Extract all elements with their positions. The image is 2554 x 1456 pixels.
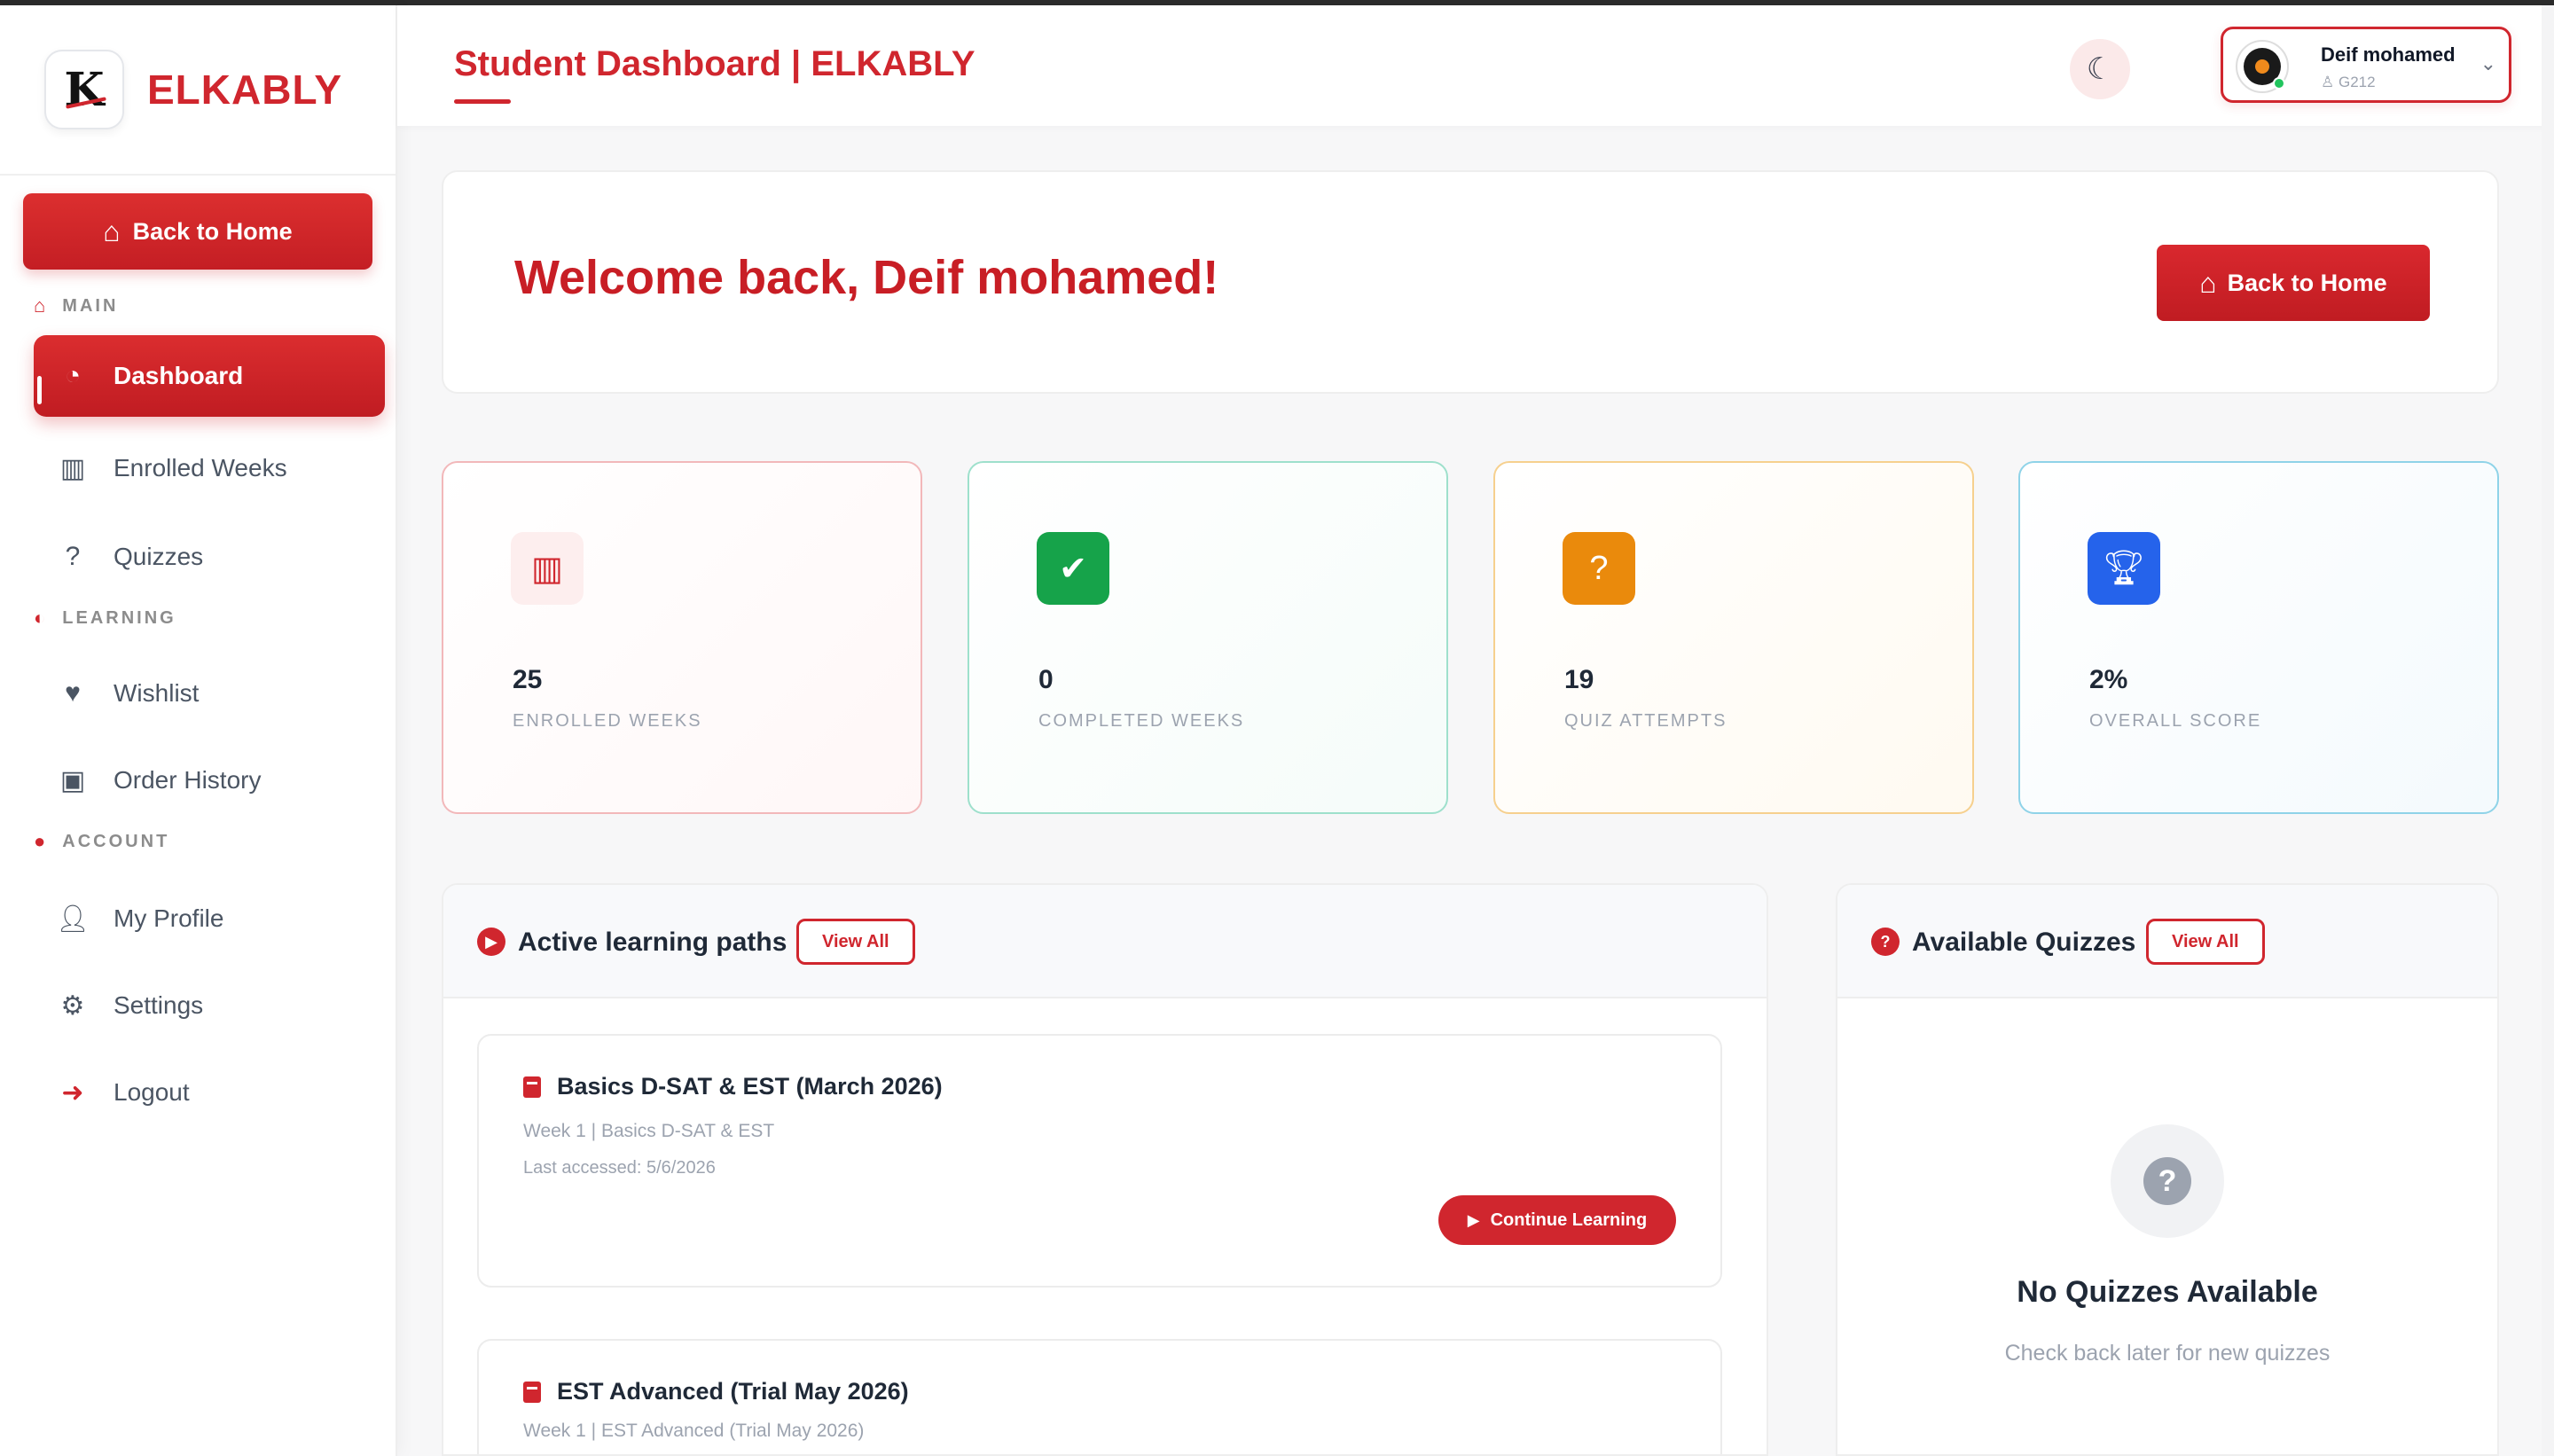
heart-icon: ♥ [65,678,81,708]
question-circle-icon: ? [1871,928,1900,956]
play-circle-icon: ▶ [477,928,505,956]
course-subtitle: Week 1 | EST Advanced (Trial May 2026) [523,1421,865,1441]
title-underline [454,99,511,104]
stat-label: ENROLLED WEEKS [513,711,702,731]
logout-icon: ➜ [61,1077,84,1108]
sidebar-back-home-label: Back to Home [132,217,293,245]
sidebar-item-settings[interactable]: ⚙ Settings [34,965,385,1046]
sidebar-item-label: Order History [114,766,262,794]
stat-value: 0 [1038,665,1054,694]
user-code: ♙ G212 [2321,74,2376,90]
brand-name: ELKABLY [147,67,342,113]
question-icon: ? [2143,1157,2191,1205]
panel-header: ? Available Quizzes View All [1837,885,2497,998]
view-all-learning-paths-button[interactable]: View All [796,919,915,965]
top-header: Student Dashboard | ELKABLY ☾ Deif moham… [397,5,2554,126]
check-circle-icon: ✔ [1037,532,1109,605]
sidebar-item-wishlist[interactable]: ♥ Wishlist [34,653,385,734]
course-subtitle: Week 1 | Basics D-SAT & EST [523,1121,775,1141]
bag-icon: ▣ [59,765,86,795]
section-label-learning: ◐ LEARNING [34,607,176,629]
logo-letter: K [64,62,105,117]
user-icon: 👤︎ [55,904,90,934]
home-icon: ⌂ [34,294,49,317]
page-title: Student Dashboard | ELKABLY [454,44,975,83]
sidebar-item-label: Settings [114,991,204,1019]
course-last-accessed: Last accessed: 5/6/2026 [523,1158,716,1178]
stat-label: COMPLETED WEEKS [1038,711,1245,731]
empty-state-title: No Quizzes Available [2017,1275,2318,1309]
stat-label: QUIZ ATTEMPTS [1564,711,1727,731]
section-label-account: ● ACCOUNT [34,830,170,852]
sidebar-item-dashboard[interactable]: ◔ Dashboard [34,335,385,417]
stat-card-overall-score: 🏆︎ 2% OVERALL SCORE [2018,461,2499,814]
theme-toggle-button[interactable]: ☾ [2070,39,2130,99]
back-to-home-label: Back to Home [2227,269,2387,296]
user-name: Deif mohamed [2321,43,2456,66]
sidebar-item-enrolled-weeks[interactable]: ▥ Enrolled Weeks [34,427,385,509]
sidebar-item-label: Quizzes [114,543,204,570]
sidebar-item-my-profile[interactable]: 👤︎ My Profile [34,878,385,959]
stat-value: 19 [1564,665,1594,694]
home-icon: ⌂ [2199,266,2217,299]
stat-label: OVERALL SCORE [2089,711,2262,731]
home-icon: ⌂ [103,215,121,247]
sidebar: K ELKABLY ⌂ Back to Home ⌂ MAIN ◔ Dashbo… [0,5,397,1456]
continue-learning-button[interactable]: ▶ Continue Learning [1438,1195,1676,1245]
dashboard-icon: ◔ [64,361,82,390]
panel-title: Active learning paths [518,928,787,957]
brain-icon: ◐ [34,607,49,629]
avatar [2236,40,2289,93]
user-circle-icon: ● [34,830,49,852]
panel-title: Available Quizzes [1912,928,2136,957]
page-scrollbar[interactable] [2542,5,2554,1456]
active-indicator [37,376,42,404]
trophy-icon: 🏆︎ [2088,532,2160,605]
sidebar-item-order-history[interactable]: ▣ Order History [34,740,385,821]
stat-card-quiz-attempts: ? 19 QUIZ ATTEMPTS [1493,461,1974,814]
sidebar-divider [0,174,396,176]
chevron-down-icon: ⌄ [2480,52,2496,74]
id-badge-icon: ♙ [2321,74,2339,90]
moon-icon: ☾ [2086,52,2114,86]
course-title: EST Advanced (Trial May 2026) [557,1378,909,1405]
panel-header: ▶ Active learning paths View All [443,885,1767,998]
course-card[interactable]: Basics D-SAT & EST (March 2026) Week 1 |… [477,1034,1722,1288]
section-label-main: ⌂ MAIN [34,294,119,317]
book-icon [523,1382,541,1403]
book-icon [523,1076,541,1098]
user-menu[interactable]: Deif mohamed ♙ G212 ⌄ [2221,27,2511,103]
sidebar-item-label: Logout [114,1078,190,1106]
view-all-quizzes-button[interactable]: View All [2146,919,2265,965]
gear-icon: ⚙ [60,990,85,1021]
brand[interactable]: K ELKABLY [44,50,342,129]
available-quizzes-panel: ? Available Quizzes View All ? No Quizze… [1836,883,2499,1456]
empty-state-illustration: ? [2111,1124,2224,1238]
sidebar-back-home-button[interactable]: ⌂ Back to Home [23,193,372,270]
play-icon: ▶ [1467,1210,1480,1229]
stat-value: 25 [513,665,543,694]
learning-paths-panel: ▶ Active learning paths View All Basics … [442,883,1768,1456]
back-to-home-button[interactable]: ⌂ Back to Home [2157,245,2430,321]
course-card[interactable]: EST Advanced (Trial May 2026) Week 1 | E… [477,1339,1722,1454]
sidebar-item-label: Enrolled Weeks [114,454,287,481]
question-circle-icon: ? [1563,532,1635,605]
logo: K [44,50,124,129]
sidebar-item-quizzes[interactable]: ? Quizzes [34,516,385,598]
sidebar-item-label: Wishlist [114,679,200,707]
book-icon: ▥ [59,453,86,483]
sidebar-item-logout[interactable]: ➜ Logout [34,1052,385,1133]
sidebar-item-label: Dashboard [114,362,244,389]
empty-state-subtitle: Check back later for new quizzes [2004,1341,2331,1366]
sidebar-item-label: My Profile [114,904,224,932]
course-title: Basics D-SAT & EST (March 2026) [557,1073,943,1100]
welcome-heading: Welcome back, Deif mohamed! [514,251,1219,304]
question-icon: ? [65,542,81,571]
book-icon: ▥ [511,532,584,605]
stat-card-completed-weeks: ✔ 0 COMPLETED WEEKS [968,461,1448,814]
welcome-card: Welcome back, Deif mohamed! ⌂ Back to Ho… [442,170,2499,394]
stat-card-enrolled-weeks: ▥ 25 ENROLLED WEEKS [442,461,922,814]
stat-value: 2% [2089,665,2128,694]
online-status-dot [2273,77,2285,90]
